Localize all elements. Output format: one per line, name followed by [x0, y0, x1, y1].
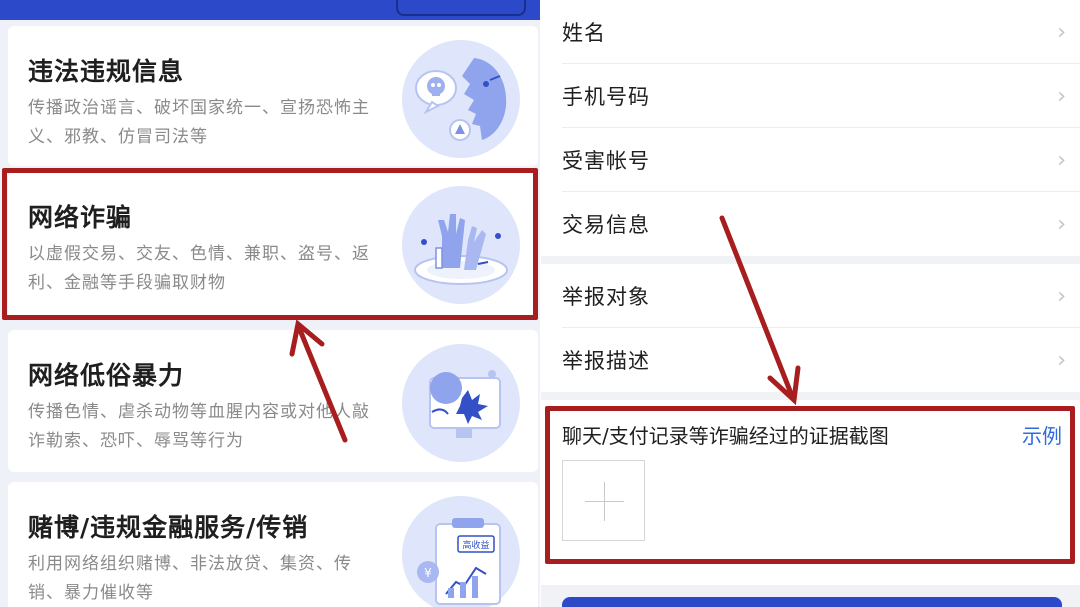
- chevron-right-icon: ›: [1057, 84, 1066, 109]
- form-row-report-description[interactable]: 举报描述 ›: [541, 328, 1080, 392]
- top-header-bar: [0, 0, 540, 20]
- category-card-illegal-info[interactable]: 违法违规信息 传播政治谣言、破坏国家统一、宣扬恐怖主义、邪教、仿冒司法等: [8, 26, 538, 166]
- category-description: 传播色情、虐杀动物等血腥内容或对他人敲诈勒索、恐吓、辱骂等行为: [28, 402, 370, 451]
- form-row-label: 手机号码: [562, 85, 650, 109]
- chevron-right-icon: ›: [1057, 212, 1066, 237]
- submit-button[interactable]: [562, 597, 1062, 607]
- form-row-label: 举报对象: [562, 285, 650, 309]
- form-row-label: 受害帐号: [562, 149, 650, 173]
- category-title: 网络低俗暴力: [28, 361, 185, 390]
- category-card-gambling-finance[interactable]: 赌博/违规金融服务/传销 利用网络组织赌博、非法放贷、集资、传销、暴力催收等 高…: [8, 482, 538, 607]
- art-badge: 高收益: [462, 539, 489, 551]
- finance-chart-icon: 高收益 ¥: [402, 496, 520, 607]
- category-card-vulgar-violence[interactable]: 网络低俗暴力 传播色情、虐杀动物等血腥内容或对他人敲诈勒索、恐吓、辱骂等行为: [8, 330, 538, 472]
- form-row-label: 举报描述: [562, 349, 650, 373]
- form-row-victim-account[interactable]: 受害帐号 ›: [541, 128, 1080, 192]
- svg-text:¥: ¥: [424, 566, 432, 580]
- highlight-box-evidence: [545, 406, 1075, 564]
- form-row-label: 姓名: [562, 21, 606, 45]
- form-row-transaction-info[interactable]: 交易信息 ›: [541, 192, 1080, 256]
- category-description: 利用网络组织赌博、非法放贷、集资、传销、暴力催收等: [28, 554, 352, 603]
- form-row-phone[interactable]: 手机号码 ›: [541, 64, 1080, 128]
- chevron-right-icon: ›: [1057, 348, 1066, 373]
- form-row-report-target[interactable]: 举报对象 ›: [541, 264, 1080, 328]
- category-description: 传播政治谣言、破坏国家统一、宣扬恐怖主义、邪教、仿冒司法等: [28, 98, 370, 147]
- category-title: 违法违规信息: [28, 57, 185, 86]
- skull-face-icon: [402, 40, 520, 158]
- broken-screen-icon: [402, 344, 520, 462]
- chevron-right-icon: ›: [1057, 148, 1066, 173]
- chevron-right-icon: ›: [1057, 20, 1066, 45]
- form-row-label: 交易信息: [562, 213, 650, 237]
- category-title: 赌博/违规金融服务/传销: [28, 513, 309, 542]
- header-button[interactable]: [396, 0, 526, 16]
- chevron-right-icon: ›: [1057, 284, 1066, 309]
- form-row-name[interactable]: 姓名 ›: [541, 0, 1080, 64]
- highlight-box-online-fraud: [2, 168, 538, 320]
